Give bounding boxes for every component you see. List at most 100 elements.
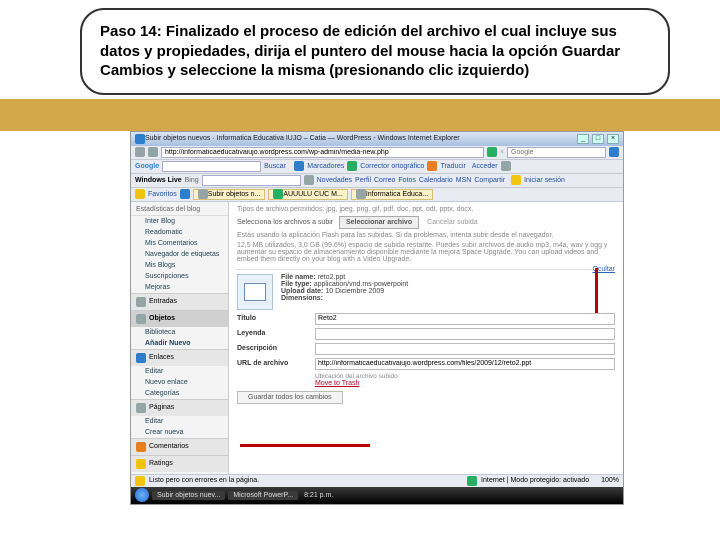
search-icon[interactable] xyxy=(609,147,619,157)
forward-icon[interactable] xyxy=(148,147,158,157)
red-underline-annotation xyxy=(240,444,370,447)
task-btn-1[interactable]: Subir objetos nuev... xyxy=(152,491,225,500)
globe-icon xyxy=(467,476,477,486)
side-mejoras[interactable]: Mejoras xyxy=(131,282,228,293)
tb-buscar[interactable]: Buscar xyxy=(264,163,286,170)
lb-novedades[interactable]: Novedades xyxy=(317,177,352,184)
side-readomatic[interactable]: Readomatic xyxy=(131,227,228,238)
tab-icon xyxy=(273,189,283,199)
lb-calendario[interactable]: Calendario xyxy=(419,177,453,184)
cancel-upload-button[interactable]: Cancelar subida xyxy=(421,217,484,228)
leyenda-label: Leyenda xyxy=(237,330,315,337)
search-input[interactable] xyxy=(507,147,606,158)
side-interblog[interactable]: Inter Blog xyxy=(131,216,228,227)
task-btn-2[interactable]: Microsoft PowerP... xyxy=(228,491,298,500)
tab-2-label: Informatica Educa... xyxy=(366,191,428,198)
bing-search-icon[interactable] xyxy=(304,175,314,185)
lb-fotos[interactable]: Fotos xyxy=(398,177,416,184)
side-crear-pag[interactable]: Crear nueva xyxy=(131,427,228,438)
maximize-icon[interactable]: □ xyxy=(592,134,604,144)
side-comentarios-label: Comentarios xyxy=(149,443,189,450)
tb-acceder[interactable]: Acceder xyxy=(472,163,498,170)
wp-sidebar: Estadísticas del blog Inter Blog Readoma… xyxy=(131,202,229,474)
tb-corrector[interactable]: Corrector ortográfico xyxy=(360,163,424,170)
spellcheck-icon[interactable] xyxy=(347,161,357,171)
move-trash-link[interactable]: Move to Trash xyxy=(315,380,359,387)
tb-marcadores[interactable]: Marcadores xyxy=(307,163,344,170)
select-file-button[interactable]: Seleccionar archivo xyxy=(339,216,419,229)
side-enlaces[interactable]: Enlaces xyxy=(131,349,228,366)
titulo-input[interactable] xyxy=(315,313,615,325)
minimize-icon[interactable]: _ xyxy=(577,134,589,144)
translate-icon[interactable] xyxy=(427,161,437,171)
file-type: application/vnd.ms-powerpoint xyxy=(314,281,409,288)
close-icon[interactable]: × xyxy=(607,134,619,144)
pin-icon xyxy=(136,297,146,307)
lb-perfil[interactable]: Perfil xyxy=(355,177,371,184)
side-categ[interactable]: Categorías xyxy=(131,388,228,399)
tab-bar: Favoritos Subir objetos n... AUUULU CUC … xyxy=(131,188,623,202)
side-entradas-label: Entradas xyxy=(149,298,177,305)
url-label: URL de archivo xyxy=(237,360,315,367)
thumb-inner-icon xyxy=(244,283,266,301)
tab-1[interactable]: AUUULU CUC M... xyxy=(268,189,348,200)
feed-icon[interactable] xyxy=(180,189,190,199)
lb-iniciar[interactable]: Iniciar sesión xyxy=(524,177,565,184)
status-bar: Listo pero con errores en la página. Int… xyxy=(131,474,623,487)
side-editar-enl[interactable]: Editar xyxy=(131,366,228,377)
lb-msn[interactable]: MSN xyxy=(456,177,472,184)
wp-content: Estadísticas del blog Inter Blog Readoma… xyxy=(131,202,623,474)
status-left: Listo pero con errores en la página. xyxy=(149,477,259,484)
side-paginas[interactable]: Páginas xyxy=(131,399,228,416)
address-bar: × xyxy=(131,146,623,160)
url-input[interactable] xyxy=(161,147,484,158)
side-nav-etiq[interactable]: Navegador de etiquetas xyxy=(131,249,228,260)
task-btn-1-label: Subir objetos nuev... xyxy=(157,492,220,499)
dimensions-label: Dimensions: xyxy=(281,295,323,302)
bing-search-input[interactable] xyxy=(202,175,301,186)
comment-icon xyxy=(136,442,146,452)
titulo-label: Título xyxy=(237,315,315,322)
side-objetos[interactable]: Objetos xyxy=(131,310,228,327)
favorites-label[interactable]: Favoritos xyxy=(148,191,177,198)
side-suscrip[interactable]: Suscripciones xyxy=(131,271,228,282)
upload-date: 10 Diciembre 2009 xyxy=(325,288,384,295)
wp-main: Tipos de archivo permitidos: jpg, jpeg, … xyxy=(229,202,623,474)
side-biblioteca[interactable]: Biblioteca xyxy=(131,327,228,338)
tb-traducir[interactable]: Traducir xyxy=(440,163,465,170)
side-mis-blogs[interactable]: Mis Blogs xyxy=(131,260,228,271)
side-editar-pag[interactable]: Editar xyxy=(131,416,228,427)
wrench-icon[interactable] xyxy=(501,161,511,171)
refresh-icon[interactable] xyxy=(487,147,497,157)
leyenda-input[interactable] xyxy=(315,328,615,340)
favorites-icon[interactable] xyxy=(135,189,145,199)
side-anadir[interactable]: Añadir Nuevo xyxy=(131,338,228,349)
upload-date-label: Upload date: xyxy=(281,288,323,295)
url-input-field[interactable] xyxy=(315,358,615,370)
select-row: Selecciona los archivos a subir Seleccio… xyxy=(237,216,615,229)
side-blog-stats[interactable]: Estadísticas del blog xyxy=(131,204,228,216)
lb-compartir[interactable]: Compartir xyxy=(474,177,505,184)
link-icon xyxy=(136,353,146,363)
key-icon xyxy=(511,175,521,185)
side-entradas[interactable]: Entradas xyxy=(131,293,228,310)
page-icon xyxy=(136,403,146,413)
bookmarks-icon[interactable] xyxy=(294,161,304,171)
start-orb-icon[interactable] xyxy=(135,488,149,502)
side-ratings[interactable]: Ratings xyxy=(131,455,228,472)
save-changes-button[interactable]: Guardar todos los cambios xyxy=(237,391,343,404)
allowed-types: Tipos de archivo permitidos: jpg, jpeg, … xyxy=(237,206,615,213)
google-search-input[interactable] xyxy=(162,161,261,172)
lb-correo[interactable]: Correo xyxy=(374,177,395,184)
side-mis-coment[interactable]: Mis Comentarios xyxy=(131,238,228,249)
side-comentarios[interactable]: Comentarios xyxy=(131,438,228,455)
tab-2[interactable]: Informatica Educa... xyxy=(351,189,433,200)
tab-0[interactable]: Subir objetos n... xyxy=(193,189,266,200)
browser-window: Subir objetos nuevos · Informatica Educa… xyxy=(130,131,624,505)
window-controls[interactable]: _ □ × xyxy=(576,134,619,144)
star-icon xyxy=(136,459,146,469)
side-objetos-label: Objetos xyxy=(149,315,175,322)
descripcion-input[interactable] xyxy=(315,343,615,355)
side-nuevo-enl[interactable]: Nuevo enlace xyxy=(131,377,228,388)
back-icon[interactable] xyxy=(135,147,145,157)
